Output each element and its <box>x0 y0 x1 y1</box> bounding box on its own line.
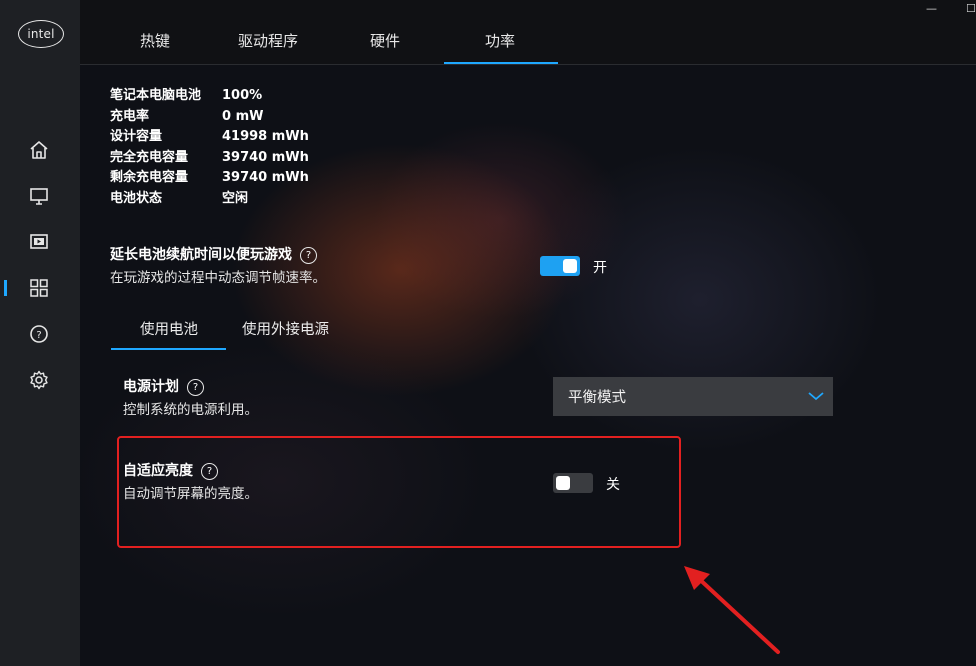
question-icon[interactable]: ? <box>300 247 317 264</box>
apps-grid-icon[interactable] <box>28 277 50 299</box>
home-icon[interactable] <box>28 139 50 161</box>
subtab-on-battery[interactable]: 使用电池 <box>140 318 198 339</box>
extend-battery-setting: 延长电池续航时间以便玩游戏? 在玩游戏的过程中动态调节帧速率。 <box>110 244 326 286</box>
active-nav-indicator <box>4 280 7 296</box>
extend-battery-toggle-label: 开 <box>593 260 607 276</box>
charge-rate-value: 0 mW <box>222 108 264 124</box>
chevron-down-icon <box>808 392 824 401</box>
help-icon[interactable]: ? <box>28 323 50 345</box>
battery-status-label: 电池状态 <box>110 190 163 206</box>
question-icon[interactable]: ? <box>187 379 204 396</box>
annotation-highlight-box <box>117 436 681 548</box>
remaining-capacity-value: 39740 mWh <box>222 170 309 185</box>
gear-icon[interactable] <box>28 369 50 391</box>
battery-row: 笔记本电脑电池 100% <box>110 86 309 107</box>
intel-logo: intel <box>18 20 64 48</box>
power-plan-title: 电源计划 <box>123 379 179 395</box>
svg-text:?: ? <box>36 330 41 341</box>
battery-row: 充电率 0 mW <box>110 107 309 128</box>
minimize-button[interactable]: — <box>926 2 937 15</box>
video-icon[interactable] <box>28 231 50 253</box>
toggle-knob <box>563 259 577 273</box>
sidebar: intel ? <box>0 0 80 666</box>
full-charge-capacity-value: 39740 mWh <box>222 149 309 165</box>
battery-row: 剩余充电容量 39740 mWh <box>110 168 309 189</box>
display-icon[interactable] <box>28 185 50 207</box>
annotation-arrow-icon <box>684 566 780 654</box>
battery-level-value: 100% <box>222 88 263 103</box>
power-plan-description: 控制系统的电源利用。 <box>123 402 258 418</box>
power-plan-selected-value: 平衡模式 <box>568 390 626 406</box>
battery-row: 完全充电容量 39740 mWh <box>110 148 309 169</box>
remaining-capacity-label: 剩余充电容量 <box>110 170 189 185</box>
battery-label: 笔记本电脑电池 <box>110 88 202 103</box>
power-plan-select[interactable]: 平衡模式 <box>553 377 833 416</box>
design-capacity-value: 41998 mWh <box>222 129 309 144</box>
battery-row: 设计容量 41998 mWh <box>110 127 309 148</box>
battery-info: 笔记本电脑电池 100% 充电率 0 mW 设计容量 41998 mWh 完全充电容量… <box>110 86 309 209</box>
power-plan-setting: 电源计划? 控制系统的电源利用。 <box>123 376 258 418</box>
power-panel: 笔记本电脑电池 100% 充电率 0 mW 设计容量 41998 mWh 完全充电容量… <box>80 64 976 666</box>
tab-hardware[interactable]: 硬件 <box>370 30 400 51</box>
design-capacity-label: 设计容量 <box>110 129 163 144</box>
maximize-button[interactable]: ☐ <box>966 2 976 15</box>
extend-battery-toggle[interactable] <box>540 256 580 276</box>
charge-rate-label: 充电率 <box>110 108 150 124</box>
battery-status-value: 空闲 <box>222 190 249 206</box>
full-charge-capacity-label: 完全充电容量 <box>110 149 189 165</box>
top-tab-bar: 热键 驱动程序 硬件 功率 — ☐ <box>80 0 976 65</box>
tab-drivers[interactable]: 驱动程序 <box>238 30 298 51</box>
battery-row: 电池状态 空闲 <box>110 189 309 210</box>
tab-power[interactable]: 功率 <box>485 30 515 51</box>
extend-battery-description: 在玩游戏的过程中动态调节帧速率。 <box>110 270 326 286</box>
tab-hotkeys[interactable]: 热键 <box>140 30 170 51</box>
subtab-plugged-in[interactable]: 使用外接电源 <box>242 318 329 339</box>
extend-battery-title: 延长电池续航时间以便玩游戏 <box>110 247 292 263</box>
active-subtab-underline <box>111 348 226 350</box>
